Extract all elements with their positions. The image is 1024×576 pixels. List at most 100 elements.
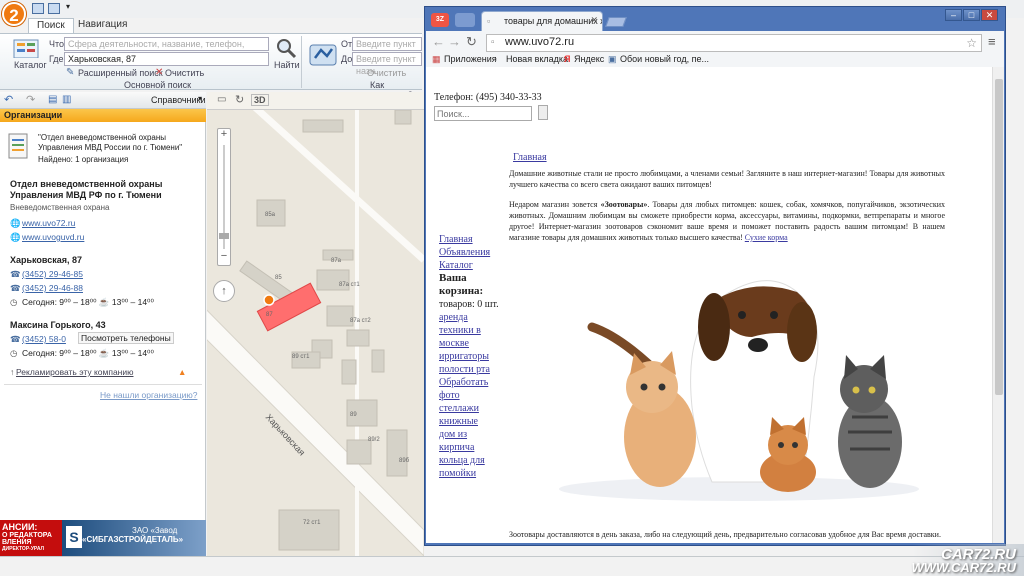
- forward-icon[interactable]: →: [448, 34, 461, 49]
- route-from-input[interactable]: Введите пункт отпра: [352, 37, 422, 61]
- status-bar: [0, 556, 1024, 576]
- page-info-icon[interactable]: ▫: [491, 37, 495, 48]
- ribbon-divider: [301, 36, 302, 88]
- browser-tab-active[interactable]: ▫ товары для домашних жи ✕: [481, 11, 603, 31]
- map-label: 72 ст1: [303, 520, 321, 526]
- scrollbar-thumb[interactable]: [995, 79, 1003, 395]
- back-icon[interactable]: ↶: [4, 93, 13, 106]
- catalog-button[interactable]: Каталог: [14, 60, 47, 70]
- dry-food-link[interactable]: Сухие корма: [745, 233, 788, 242]
- quick-access-dropdown-icon[interactable]: ▾: [66, 2, 70, 11]
- nav-home[interactable]: Главная: [439, 233, 501, 246]
- forward-icon[interactable]: ↷: [26, 93, 35, 106]
- page-scrollbar[interactable]: [992, 67, 1004, 543]
- advertise-icon: ↑: [10, 367, 15, 377]
- compass-icon[interactable]: ↑: [213, 280, 235, 302]
- bookmark-new-tab[interactable]: Новая вкладка: [506, 54, 568, 64]
- save-list-icon[interactable]: ▥: [62, 94, 71, 105]
- back-icon[interactable]: ←: [432, 34, 445, 49]
- found-count: Найдено: 1 организация: [38, 155, 129, 164]
- intro-text: Домашние животные стали не просто любимц…: [509, 169, 945, 189]
- advanced-search-icon: ✎: [66, 67, 75, 78]
- minimize-button[interactable]: –: [945, 9, 962, 21]
- ribbon: Каталог Что Сфера деятельности, название…: [0, 33, 422, 100]
- ad-banner[interactable]: АНСИИ: О РЕДАКТОРА ВЛЕНИЯ ДИРЕКТОР-УРАЛ …: [0, 520, 206, 556]
- not-found-link[interactable]: Не нашли организацию?: [100, 390, 197, 400]
- open-icon[interactable]: [32, 3, 44, 14]
- branch1-hours: Сегодня: 9⁰⁰ – 18⁰⁰ ☕ 13⁰⁰ – 14⁰⁰: [22, 297, 154, 307]
- close-tab-icon[interactable]: ✕: [590, 15, 598, 26]
- where-input[interactable]: Харьковская, 87: [64, 52, 269, 66]
- map-view[interactable]: ▭ ↻ 3D 85а 85 87а 87а ст1 87а ст2 87 89 …: [207, 92, 424, 556]
- zoom-slider[interactable]: + −: [217, 128, 231, 266]
- bookmark-yandex[interactable]: Яндекс: [574, 54, 604, 64]
- branch1-phone-2[interactable]: (3452) 29-46-88: [22, 283, 83, 293]
- layers-icon[interactable]: ▭: [217, 94, 226, 105]
- side-link-1[interactable]: аренда техники в москве: [439, 311, 501, 350]
- maximize-button[interactable]: □: [963, 9, 980, 21]
- site-search-input[interactable]: [434, 106, 532, 121]
- print-icon[interactable]: [48, 3, 60, 14]
- site-link-2[interactable]: www.uvoguvd.ru: [22, 232, 84, 242]
- app-logo[interactable]: 2: [2, 2, 26, 26]
- side-link-6[interactable]: кольца для помойки: [439, 454, 501, 480]
- site-link-1[interactable]: www.uvo72.ru: [22, 218, 75, 228]
- side-link-4[interactable]: стеллажи книжные: [439, 402, 501, 428]
- map-label: 89 ст1: [292, 354, 310, 360]
- pinned-tab[interactable]: [455, 13, 475, 27]
- zoom-out-icon[interactable]: −: [218, 251, 230, 263]
- branch2-hours: Сегодня: 9⁰⁰ – 18⁰⁰ ☕ 13⁰⁰ – 14⁰⁰: [22, 348, 154, 358]
- ad-blue-line-2: «СИБГАЗСТРОЙДЕТАЛЬ»: [82, 535, 184, 544]
- show-phones-button[interactable]: Посмотреть телефоны: [78, 332, 174, 344]
- top-home-link[interactable]: Главная: [513, 152, 547, 163]
- print-list-icon[interactable]: ▤: [48, 94, 57, 105]
- find-button[interactable]: Найти: [274, 60, 300, 70]
- branch1-phone-1[interactable]: (3452) 29-46-85: [22, 269, 83, 279]
- advertise-link[interactable]: Рекламировать эту компанию: [16, 367, 134, 377]
- what-label: Что: [49, 39, 65, 49]
- map-label: 89: [350, 412, 357, 418]
- pets-photo: [559, 280, 919, 501]
- branch1-address[interactable]: Харьковская, 87: [10, 255, 82, 265]
- what-input[interactable]: Сфера деятельности, название, телефон, н…: [64, 37, 269, 61]
- globe-icon: 🌐: [10, 218, 21, 228]
- new-tab-button[interactable]: [605, 17, 627, 27]
- clear-search-button[interactable]: Очистить: [165, 68, 204, 78]
- nav-catalog[interactable]: Каталог: [439, 259, 501, 272]
- tab-navigation[interactable]: Навигация: [70, 18, 135, 34]
- globe-icon: 🌐: [10, 232, 21, 242]
- search-icon[interactable]: [275, 37, 297, 59]
- browser-toolbar: ← → ↻ ▫ www.uvo72.ru ☆ ≡ ▦ Приложения ▫ …: [426, 31, 1004, 67]
- menu-icon[interactable]: ≡: [988, 34, 996, 49]
- advanced-search-button[interactable]: Расширенный поиск: [78, 68, 163, 78]
- bookmark-wallpapers[interactable]: Обои новый год, пе...: [620, 54, 709, 64]
- 3d-button[interactable]: 3D: [251, 94, 269, 106]
- branch2-phone[interactable]: (3452) 58-0: [22, 334, 66, 344]
- branch2-address[interactable]: Максина Горького, 43: [10, 320, 106, 330]
- pinned-tab-icon[interactable]: 3Z: [431, 13, 449, 27]
- route-to-input[interactable]: Введите пункт назн: [352, 52, 422, 76]
- site-search-button[interactable]: [538, 105, 548, 120]
- phone-icon: ☎: [10, 334, 21, 344]
- route-clear-button[interactable]: Очистить: [367, 68, 406, 78]
- nav-ads[interactable]: Объявления: [439, 246, 501, 259]
- chevron-down-icon[interactable]: ▾: [198, 94, 202, 103]
- org-name[interactable]: Отдел вневедомственной охраны Управления…: [10, 179, 200, 201]
- rotate-icon[interactable]: ↻: [235, 93, 244, 106]
- result-title: "Отдел вневедомственной охраны Управлени…: [38, 133, 183, 152]
- zoom-in-icon[interactable]: +: [218, 129, 230, 141]
- reload-icon[interactable]: ↻: [466, 34, 477, 50]
- side-link-5[interactable]: дом из кирпича: [439, 428, 501, 454]
- bookmark-apps[interactable]: Приложения: [444, 54, 497, 64]
- route-icon[interactable]: [309, 40, 337, 68]
- zoom-thumb[interactable]: [219, 233, 229, 239]
- tab-search[interactable]: Поиск: [28, 18, 74, 34]
- address-bar[interactable]: ▫ www.uvo72.ru ☆: [486, 34, 982, 52]
- close-window-button[interactable]: ✕: [981, 9, 998, 21]
- organizations-header: Организации: [0, 109, 206, 122]
- side-link-2[interactable]: ирригаторы полости рта: [439, 350, 501, 376]
- yandex-icon: Я: [564, 54, 571, 64]
- side-link-3[interactable]: Обработать фото: [439, 376, 501, 402]
- side-navigation: Главная Объявления Каталог Ваша корзина:…: [439, 233, 501, 480]
- bookmark-star-icon[interactable]: ☆: [966, 36, 977, 50]
